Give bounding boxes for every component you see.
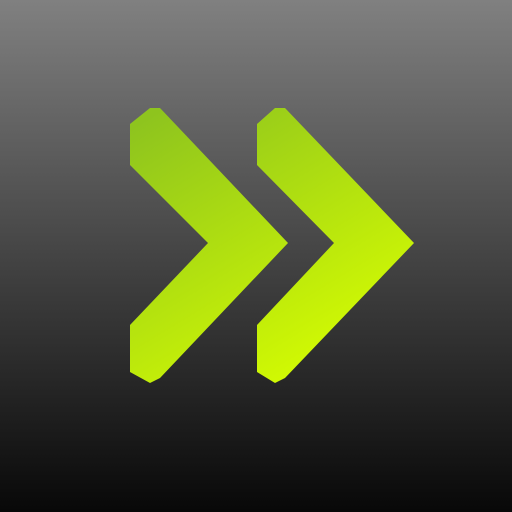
app-icon[interactable] <box>0 0 512 512</box>
fast-forward-icon <box>0 0 512 512</box>
